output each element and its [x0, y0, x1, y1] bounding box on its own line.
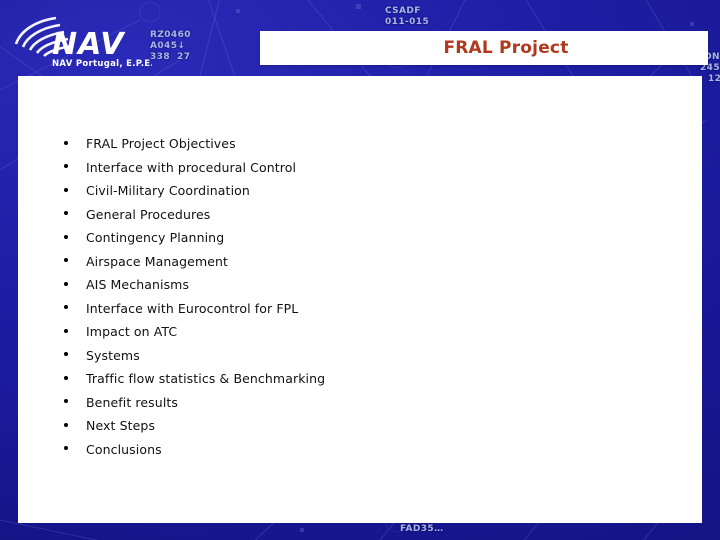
agenda-item: Benefit results [48, 390, 682, 414]
agenda-item: General Procedures [48, 202, 682, 226]
agenda-item-label: Airspace Management [86, 253, 229, 269]
radar-flight-label-3: FAD35… [400, 524, 444, 534]
agenda-item: Conclusions [48, 437, 682, 461]
agenda-item: Contingency Planning [48, 225, 682, 249]
nav-wordmark: NAV [52, 27, 126, 62]
bullet-dot-icon [64, 258, 68, 263]
agenda-item-label: Impact on ATC [86, 324, 178, 339]
bullet-dot-icon [64, 305, 68, 310]
bullet-dot-icon [64, 234, 68, 239]
slide-title-banner: FRAL Project [260, 31, 708, 65]
agenda-item-label: Contingency Planning [86, 230, 225, 245]
presentation-slide: RZ0460 A045↓ 338 27 CSADF 011-015 FAD35…… [0, 0, 720, 540]
agenda-item: Systems [48, 343, 682, 367]
agenda-item-label: Systems [86, 347, 140, 363]
agenda-item-label: Next Steps [86, 418, 156, 433]
bullet-dot-icon [64, 352, 68, 357]
agenda-item-label: Benefit results [86, 394, 179, 410]
bullet-dot-icon [64, 281, 68, 286]
slide-content-panel: FRAL Project Objectives Interface with pr… [18, 76, 702, 523]
radar-flight-label-1: RZ0460 A045↓ 338 27 [150, 30, 191, 62]
radar-flight-label-2: CSADF 011-015 [385, 6, 430, 27]
nav-subtitle: NAV Portugal, E.P.E. [52, 59, 152, 69]
bullet-dot-icon [64, 187, 68, 192]
agenda-item: Impact on ATC [48, 319, 682, 343]
agenda-item: Interface with procedural Control [48, 155, 682, 179]
agenda-item-label: Conclusions [86, 441, 162, 457]
agenda-item-label: Civil-Military Coordination [86, 183, 250, 198]
agenda-item: Interface with Eurocontrol for FPL [48, 296, 682, 320]
bullet-dot-icon [64, 328, 68, 333]
agenda-item: AIS Mechanisms [48, 272, 682, 296]
agenda-list: FRAL Project Objectives Interface with pr… [48, 131, 682, 460]
agenda-item: Next Steps [48, 413, 682, 437]
agenda-item: Airspace Management [48, 249, 682, 273]
slide-title: FRAL Project [443, 38, 569, 58]
bullet-dot-icon [64, 446, 68, 451]
nav-portugal-logo: NAV NAV Portugal, E.P.E. [12, 14, 152, 72]
agenda-item-label: FRAL Project Objectives [86, 136, 236, 151]
bullet-dot-icon [64, 164, 68, 169]
bullet-dot-icon [64, 140, 68, 145]
bullet-dot-icon [64, 211, 68, 216]
agenda-item: FRAL Project Objectives [48, 131, 682, 155]
radar-right-edge-label-3: 12 [708, 74, 720, 84]
agenda-item-label: Interface with procedural Control [86, 159, 297, 175]
agenda-item: Traffic flow statistics & Benchmarking [48, 366, 682, 390]
bullet-dot-icon [64, 422, 68, 427]
bullet-dot-icon [64, 375, 68, 380]
agenda-item-label: AIS Mechanisms [86, 277, 190, 292]
bullet-dot-icon [64, 399, 68, 404]
agenda-item: Civil-Military Coordination [48, 178, 682, 202]
agenda-item-label: Traffic flow statistics & Benchmarking [86, 371, 326, 386]
agenda-item-label: General Procedures [86, 206, 211, 222]
agenda-item-label: Interface with Eurocontrol for FPL [86, 300, 299, 316]
